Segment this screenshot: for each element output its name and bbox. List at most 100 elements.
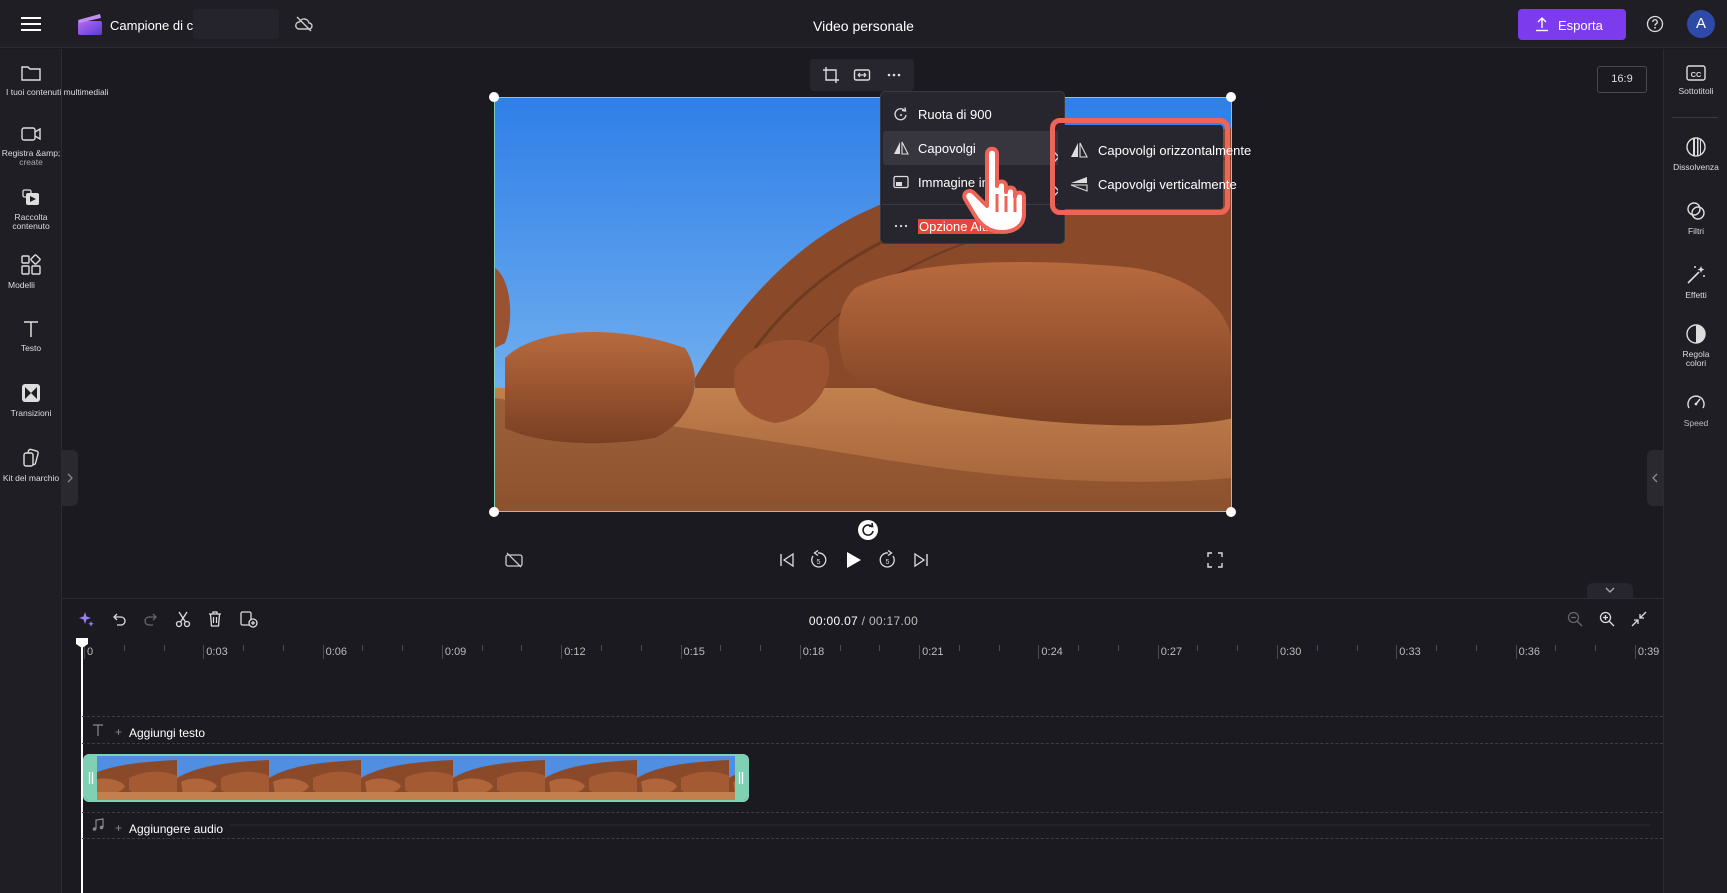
sidebar-item-fade[interactable]: Dissolvenza bbox=[1664, 136, 1727, 172]
plus-icon: + bbox=[115, 821, 123, 835]
fit-timeline-icon[interactable] bbox=[1630, 610, 1648, 628]
svg-text:5: 5 bbox=[817, 559, 821, 566]
top-bar: Campione di clip Video personale Esporta… bbox=[0, 0, 1727, 48]
ruler-minor-tick bbox=[1555, 645, 1557, 651]
resize-handle-top-left[interactable] bbox=[489, 92, 499, 102]
fade-icon bbox=[1664, 136, 1727, 158]
speed-icon bbox=[1664, 392, 1727, 414]
rewind-5-icon[interactable]: 5 bbox=[808, 550, 828, 570]
time-separator: / bbox=[858, 614, 869, 628]
menu-item-flip-vertical[interactable]: Capovolgi verticalmente bbox=[1058, 167, 1237, 201]
plus-icon: + bbox=[115, 725, 123, 739]
track-divider bbox=[82, 838, 1663, 839]
ruler-tick-label: 0:27 bbox=[1160, 646, 1183, 658]
menu-item-label: Capovolgi verticalmente bbox=[1098, 177, 1237, 192]
skip-forward-icon[interactable] bbox=[912, 551, 930, 569]
ruler-tick bbox=[1038, 645, 1040, 659]
help-icon[interactable] bbox=[1645, 14, 1665, 34]
clip-trim-handle-left[interactable] bbox=[85, 756, 97, 800]
menu-item-label: Capovolgi orizzontalmente bbox=[1098, 143, 1252, 158]
rotate-handle-icon[interactable] bbox=[858, 520, 878, 540]
sidebar-item-templates[interactable]: Modelli bbox=[0, 254, 62, 290]
sidebar-item-label: Sottotitoli bbox=[1678, 86, 1714, 96]
fullscreen-icon[interactable] bbox=[1206, 551, 1224, 569]
ruler-tick-label: 0:15 bbox=[683, 646, 705, 658]
hide-preview-icon[interactable] bbox=[504, 551, 524, 569]
clip-thumbnail bbox=[361, 756, 453, 800]
sidebar-item-label: Kit del marchio bbox=[2, 473, 60, 483]
sidebar-item-text[interactable]: Testo bbox=[0, 319, 62, 353]
ruler-minor-tick bbox=[1237, 645, 1239, 651]
menu-item-label: Ruota di 900 bbox=[918, 107, 992, 122]
video-title[interactable]: Video personale bbox=[0, 18, 1727, 34]
resize-handle-top-right[interactable] bbox=[1226, 92, 1236, 102]
ruler-minor-tick bbox=[282, 645, 284, 651]
ruler-tick bbox=[1277, 645, 1278, 659]
user-avatar[interactable]: A bbox=[1687, 10, 1715, 38]
ruler-tick-label: 0 bbox=[87, 646, 94, 658]
ruler-tick bbox=[1515, 645, 1517, 659]
ruler-tick-label: 0:03 bbox=[206, 646, 228, 658]
ruler-minor-tick bbox=[1595, 645, 1597, 651]
sidebar-item-transitions[interactable]: Transizioni bbox=[0, 382, 62, 418]
menu-item-flip-horizontal[interactable]: Capovolgi orizzontalmente bbox=[1058, 133, 1251, 167]
export-button[interactable]: Esporta bbox=[1518, 9, 1626, 40]
ruler-minor-tick bbox=[1316, 645, 1318, 651]
timeline-collapse-button[interactable] bbox=[1587, 583, 1633, 598]
sidebar-item-label: Transizioni bbox=[10, 408, 52, 418]
zoom-in-icon[interactable] bbox=[1598, 610, 1616, 628]
ruler-tick bbox=[203, 645, 205, 659]
ruler-tick bbox=[1157, 645, 1159, 659]
menu-item-rotate[interactable]: Ruota di 900 bbox=[883, 97, 1062, 131]
sidebar-item-label: Speed bbox=[1683, 418, 1709, 428]
track-divider bbox=[82, 743, 1663, 744]
text-icon bbox=[0, 319, 62, 339]
sidebar-item-captions[interactable]: CC Sottotitoli bbox=[1664, 64, 1727, 96]
ruler-tick-label: 0:30 bbox=[1280, 646, 1302, 658]
sidebar-item-label: Modelli bbox=[8, 280, 35, 290]
forward-5-icon[interactable]: 5 bbox=[878, 550, 898, 570]
skip-back-icon[interactable] bbox=[778, 551, 796, 569]
sidebar-item-filters[interactable]: Filtri bbox=[1664, 200, 1727, 236]
left-panel-expand-handle[interactable] bbox=[62, 450, 78, 506]
resize-handle-bottom-right[interactable] bbox=[1226, 507, 1236, 517]
ruler-minor-tick bbox=[640, 645, 642, 651]
ruler-minor-tick bbox=[760, 645, 762, 651]
ruler-minor-tick bbox=[123, 645, 125, 651]
sidebar-item-media[interactable]: I tuoi contenuti multimediali bbox=[0, 63, 109, 97]
ruler-tick-label: 0:12 bbox=[564, 646, 586, 658]
right-panel-collapse-handle[interactable] bbox=[1647, 450, 1663, 506]
clip-thumbnail bbox=[453, 756, 545, 800]
export-label: Esporta bbox=[1558, 18, 1603, 33]
sidebar-item-content-library[interactable]: Raccolta contenuto bbox=[0, 186, 62, 231]
ruler-minor-tick bbox=[1436, 645, 1438, 651]
resize-handle-bottom-left[interactable] bbox=[489, 507, 499, 517]
ruler-minor-tick bbox=[1117, 645, 1119, 651]
ruler-tick bbox=[322, 645, 324, 659]
ruler-minor-tick bbox=[720, 645, 722, 651]
sidebar-item-effects[interactable]: Effetti bbox=[1664, 264, 1727, 300]
ruler-tick-label: 0:09 bbox=[444, 646, 467, 658]
sidebar-item-brand-kit[interactable]: Kit del marchio bbox=[0, 447, 62, 483]
video-clip[interactable] bbox=[83, 754, 749, 802]
aspect-ratio-button[interactable]: 16:9 bbox=[1597, 66, 1647, 93]
sidebar-item-record[interactable]: Registra &amp; create bbox=[0, 124, 62, 167]
more-options-icon[interactable] bbox=[885, 66, 903, 84]
sidebar-divider bbox=[1672, 117, 1718, 118]
sidebar-item-adjust-colors[interactable]: Regola colori bbox=[1664, 323, 1727, 368]
sidebar-item-speed[interactable]: Speed bbox=[1664, 392, 1727, 428]
music-note-icon bbox=[91, 818, 105, 832]
current-time: 00:00.07 bbox=[808, 614, 859, 628]
add-text-track[interactable]: Aggiungi testo bbox=[129, 726, 205, 740]
fit-icon[interactable] bbox=[853, 66, 871, 84]
play-icon[interactable] bbox=[842, 549, 864, 571]
clip-trim-handle-right[interactable] bbox=[735, 756, 747, 800]
right-sidebar: CC Sottotitoli Dissolvenza Filtri Effett… bbox=[1663, 49, 1727, 893]
ruler-tick-label: 0:06 bbox=[325, 646, 348, 658]
clip-thumbnail bbox=[85, 756, 177, 800]
crop-icon[interactable] bbox=[822, 66, 840, 84]
add-audio-track[interactable]: Aggiungere audio bbox=[129, 822, 223, 836]
svg-text:5: 5 bbox=[886, 559, 890, 566]
svg-text:CC: CC bbox=[1691, 70, 1702, 79]
zoom-out-icon[interactable] bbox=[1566, 610, 1584, 628]
